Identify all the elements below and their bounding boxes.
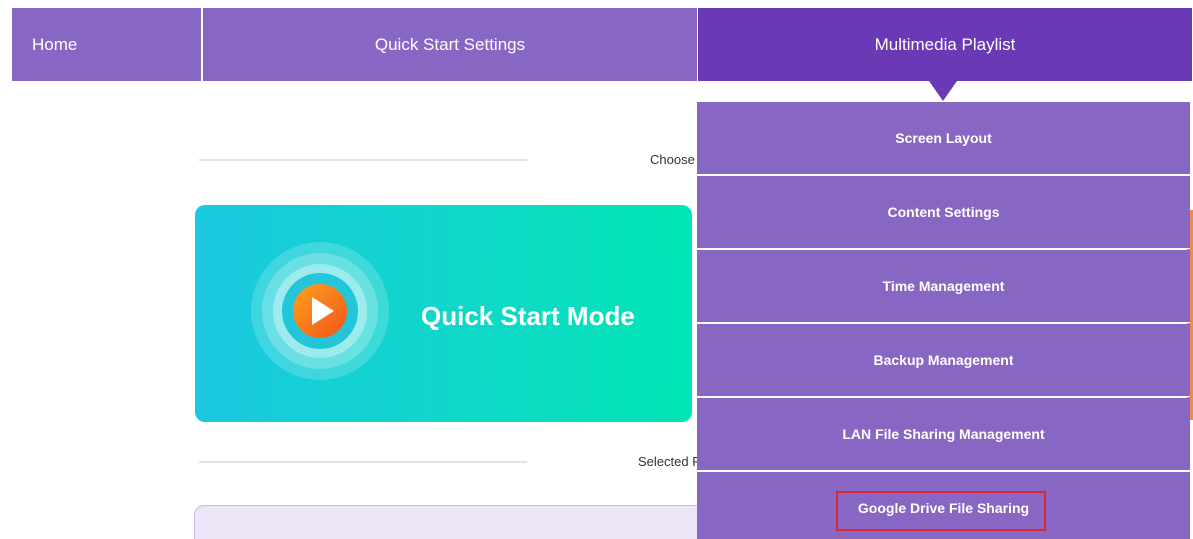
active-nav-pointer <box>929 81 957 101</box>
page: Home Quick Start Settings Multimedia Pla… <box>0 0 1193 539</box>
multimedia-dropdown-menu: Screen Layout Content Settings Time Mana… <box>697 102 1190 539</box>
nav-multimedia-label: Multimedia Playlist <box>874 34 1016 54</box>
nav-home[interactable]: Home <box>12 8 201 81</box>
nav-quick-start-label: Quick Start Settings <box>374 34 526 54</box>
menu-item-label: Content Settings <box>887 204 1000 220</box>
nav-quick-start-settings[interactable]: Quick Start Settings <box>203 8 697 81</box>
menu-item-screen-layout[interactable]: Screen Layout <box>697 102 1190 174</box>
section-divider-left <box>199 159 527 161</box>
quick-start-mode-card[interactable]: Quick Start Mode <box>195 205 692 422</box>
menu-item-label: Backup Management <box>873 352 1014 368</box>
choose-caption: Choose <box>650 152 695 167</box>
menu-item-time-management[interactable]: Time Management <box>697 250 1190 322</box>
menu-item-label: LAN File Sharing Management <box>842 426 1045 442</box>
quick-start-mode-title: Quick Start Mode <box>421 301 635 331</box>
highlight-box <box>836 491 1046 531</box>
top-nav: Home Quick Start Settings Multimedia Pla… <box>12 8 1193 81</box>
menu-item-label: Time Management <box>882 278 1005 294</box>
menu-item-lan-file-sharing[interactable]: LAN File Sharing Management <box>697 398 1190 470</box>
play-icon <box>251 242 389 380</box>
nav-multimedia-playlist[interactable]: Multimedia Playlist <box>698 8 1192 81</box>
menu-item-label: Screen Layout <box>895 130 992 146</box>
nav-home-label: Home <box>32 34 78 54</box>
menu-item-content-settings[interactable]: Content Settings <box>697 176 1190 248</box>
selected-caption: Selected P <box>638 454 698 469</box>
section-divider-left-2 <box>199 461 527 463</box>
menu-item-backup-management[interactable]: Backup Management <box>697 324 1190 396</box>
